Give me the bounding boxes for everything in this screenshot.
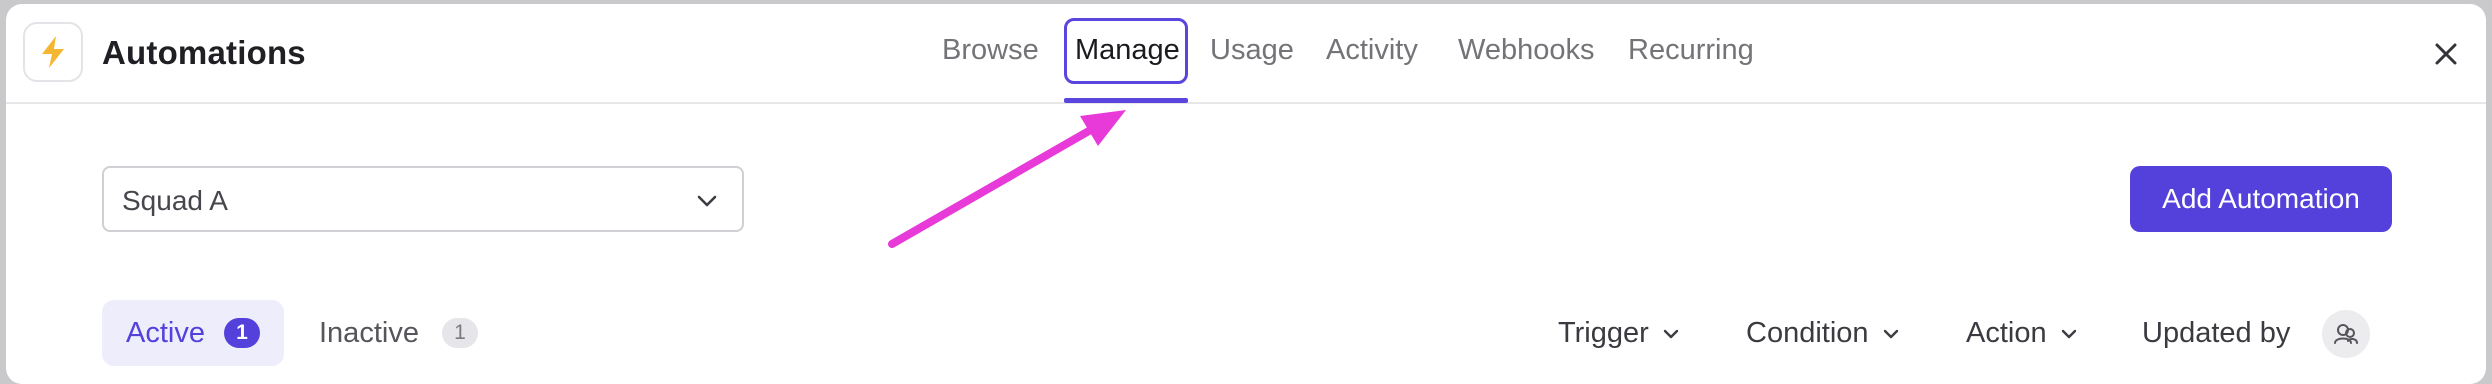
status-filter-active-count: 1: [224, 318, 260, 348]
trigger-filter-label: Trigger: [1558, 317, 1649, 349]
trigger-filter-dropdown[interactable]: Trigger: [1558, 317, 1681, 350]
chevron-down-icon: [1883, 329, 1898, 338]
action-filter-dropdown[interactable]: Action: [1966, 317, 2079, 350]
condition-filter-label: Condition: [1746, 317, 1869, 349]
active-tab-underline: [1064, 98, 1188, 103]
chevron-down-icon: [2061, 329, 2076, 338]
chevron-down-icon: [697, 195, 717, 207]
team-select-value: Squad A: [122, 185, 228, 216]
tab-manage[interactable]: Manage: [1075, 34, 1180, 67]
updated-by-avatar[interactable]: [2322, 310, 2370, 358]
condition-filter-dropdown[interactable]: Condition: [1746, 317, 1901, 350]
tab-webhooks[interactable]: Webhooks: [1458, 34, 1595, 67]
users-icon: [2334, 324, 2358, 344]
chevron-down-icon: [1663, 329, 1678, 338]
updated-by-filter[interactable]: Updated by: [2142, 317, 2290, 350]
tab-activity[interactable]: Activity: [1326, 34, 1418, 67]
tab-browse[interactable]: Browse: [942, 34, 1039, 67]
modal-header: Automations Browse Manage Usage Activity…: [6, 4, 2486, 104]
tab-recurring[interactable]: Recurring: [1628, 34, 1754, 67]
close-button[interactable]: [2426, 34, 2466, 74]
status-filter-inactive[interactable]: Inactive 1: [302, 300, 492, 366]
updated-by-label: Updated by: [2142, 317, 2291, 349]
tab-bar: Browse Manage Usage Activity Webhooks Re…: [6, 4, 2486, 103]
automations-modal: Automations Browse Manage Usage Activity…: [6, 4, 2486, 384]
add-automation-button[interactable]: Add Automation: [2130, 166, 2392, 232]
status-filter-inactive-label: Inactive: [319, 317, 419, 349]
tab-usage[interactable]: Usage: [1210, 34, 1294, 67]
close-icon: [2435, 43, 2457, 65]
status-filter-inactive-count: 1: [442, 318, 478, 348]
team-select[interactable]: Squad A: [102, 166, 744, 232]
status-filter-active-label: Active: [126, 317, 205, 349]
action-filter-label: Action: [1966, 317, 2047, 349]
status-filter-active[interactable]: Active 1: [102, 300, 284, 366]
